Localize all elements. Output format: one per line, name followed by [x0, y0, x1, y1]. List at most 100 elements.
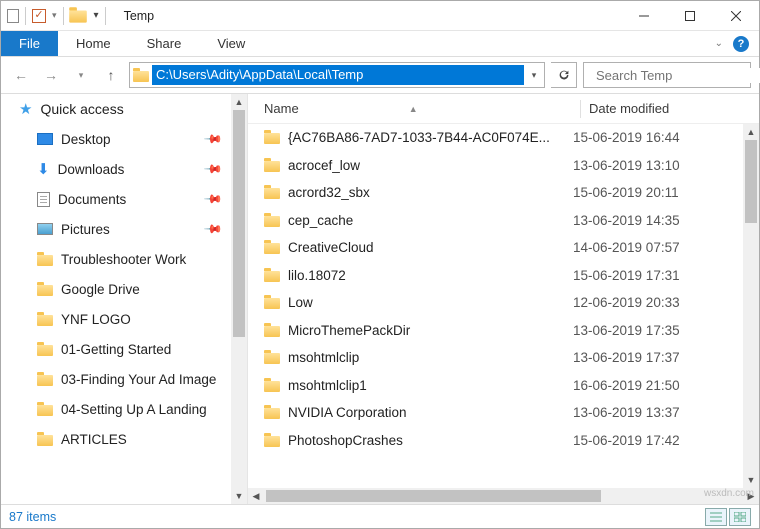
file-row[interactable]: msohtmlclip116-06-2019 21:50 — [248, 372, 743, 400]
properties-icon[interactable] — [7, 9, 19, 23]
folder-icon — [264, 186, 280, 199]
back-button[interactable]: ← — [9, 63, 33, 87]
pin-icon: 📌 — [203, 159, 223, 179]
tree-item-label: YNF LOGO — [61, 312, 131, 327]
list-scrollbar-vertical[interactable]: ▲ ▼ — [743, 124, 759, 488]
column-name[interactable]: Name ▲ — [248, 101, 580, 116]
tree-item[interactable]: 04-Setting Up A Landing — [1, 394, 231, 424]
quick-access-toolbar: ✓ ▾ ▾ — [1, 7, 114, 25]
folder-icon[interactable] — [69, 8, 87, 22]
file-row[interactable]: Low12-06-2019 20:33 — [248, 289, 743, 317]
file-row[interactable]: cep_cache13-06-2019 14:35 — [248, 207, 743, 235]
minimize-button[interactable] — [621, 1, 667, 31]
body: ★Quick accessDesktop📌 ⬇ Downloads 📌 Document… — [1, 93, 759, 504]
tree-item[interactable]: ⬇ Downloads 📌 — [1, 154, 231, 184]
tree-item[interactable]: Desktop📌 — [1, 124, 231, 154]
window-title: Temp — [114, 9, 155, 23]
scroll-left-icon[interactable]: ◀ — [248, 491, 264, 502]
tree-item[interactable]: ARTICLES — [1, 424, 231, 454]
file-name: NVIDIA Corporation — [288, 405, 407, 420]
scroll-up-icon[interactable]: ▲ — [231, 94, 247, 110]
tree-item-label: Downloads — [58, 162, 125, 177]
folder-icon — [264, 131, 280, 144]
file-row[interactable]: MicroThemePackDir13-06-2019 17:35 — [248, 317, 743, 345]
item-count: 87 items — [9, 510, 56, 524]
file-row[interactable]: lilo.1807215-06-2019 17:31 — [248, 262, 743, 290]
column-name-label: Name — [264, 101, 299, 116]
content-pane: Name ▲ Date modified {AC76BA86-7AD7-1033… — [248, 94, 759, 504]
tree-item[interactable]: ★Quick access — [1, 94, 231, 124]
file-row[interactable]: msohtmlclip13-06-2019 17:37 — [248, 344, 743, 372]
recent-locations-button[interactable]: ▾ — [69, 63, 93, 87]
address-dropdown-icon[interactable]: ▾ — [524, 70, 544, 81]
address-bar[interactable]: C:\Users\Adity\AppData\Local\Temp ▾ — [129, 62, 545, 88]
tree-item[interactable]: Documents📌 — [1, 184, 231, 214]
column-divider[interactable] — [580, 100, 581, 118]
file-list: {AC76BA86-7AD7-1033-7B44-AC0F074E... 15-0… — [248, 124, 743, 488]
watermark: wsxdn.com — [704, 488, 754, 499]
tree-item-label: 01-Getting Started — [61, 342, 171, 357]
quick-access-icon: ★ — [19, 100, 32, 118]
download-icon: ⬇ — [37, 160, 50, 178]
file-date: 15-06-2019 17:31 — [573, 268, 743, 283]
scroll-down-icon[interactable]: ▼ — [231, 488, 247, 504]
folder-icon — [264, 406, 280, 419]
scroll-up-icon[interactable]: ▲ — [743, 124, 759, 140]
refresh-button[interactable] — [551, 62, 577, 88]
file-name: CreativeCloud — [288, 240, 374, 255]
file-date: 16-06-2019 21:50 — [573, 378, 743, 393]
file-row[interactable]: acrord32_sbx15-06-2019 20:11 — [248, 179, 743, 207]
navpane-scrollbar[interactable]: ▲ ▼ — [231, 94, 247, 504]
file-date: 13-06-2019 13:10 — [573, 158, 743, 173]
file-name: acrord32_sbx — [288, 185, 370, 200]
column-date[interactable]: Date modified — [589, 101, 759, 116]
picture-icon — [37, 223, 53, 235]
list-scrollbar-horizontal[interactable]: ◀ ▶ — [248, 488, 759, 504]
ribbon-expand-icon[interactable]: ⌄ — [715, 38, 723, 49]
file-row[interactable]: acrocef_low13-06-2019 13:10 — [248, 152, 743, 180]
tree-item[interactable]: Troubleshooter Work — [1, 244, 231, 274]
tree-item[interactable]: Google Drive — [1, 274, 231, 304]
tree-item[interactable]: YNF LOGO — [1, 304, 231, 334]
file-row[interactable]: {AC76BA86-7AD7-1033-7B44-AC0F074E...15-0… — [248, 124, 743, 152]
search-input[interactable] — [596, 68, 760, 83]
qat-dropdown-icon[interactable]: ▾ — [52, 10, 57, 21]
folder-icon — [264, 269, 280, 282]
forward-button[interactable]: → — [39, 63, 63, 87]
folder-icon — [264, 214, 280, 227]
file-name: msohtmlclip — [288, 350, 359, 365]
file-tab[interactable]: File — [1, 31, 58, 56]
file-name: {AC76BA86-7AD7-1033-7B44-AC0F074E... — [288, 130, 550, 145]
search-box[interactable] — [583, 62, 751, 88]
help-icon[interactable]: ? — [733, 36, 749, 52]
tree-item-label: Troubleshooter Work — [61, 252, 186, 267]
file-row[interactable]: CreativeCloud14-06-2019 07:57 — [248, 234, 743, 262]
address-path[interactable]: C:\Users\Adity\AppData\Local\Temp — [152, 65, 524, 85]
view-large-icons-button[interactable] — [729, 508, 751, 526]
sort-asc-icon: ▲ — [409, 104, 418, 114]
tree-item[interactable]: 03-Finding Your Ad Image — [1, 364, 231, 394]
scroll-down-icon[interactable]: ▼ — [743, 472, 759, 488]
tree-item[interactable]: Pictures📌 — [1, 214, 231, 244]
maximize-button[interactable] — [667, 1, 713, 31]
file-date: 13-06-2019 17:35 — [573, 323, 743, 338]
separator — [25, 7, 26, 25]
tab-share[interactable]: Share — [129, 31, 200, 56]
properties-check-icon[interactable]: ✓ — [32, 9, 46, 23]
tree-item[interactable]: 01-Getting Started — [1, 334, 231, 364]
close-button[interactable] — [713, 1, 759, 31]
tab-view[interactable]: View — [199, 31, 263, 56]
file-date: 13-06-2019 14:35 — [573, 213, 743, 228]
qat-overflow-icon[interactable]: ▾ — [94, 10, 99, 21]
tree-item-label: Google Drive — [61, 282, 140, 297]
folder-icon — [264, 241, 280, 254]
file-row[interactable]: NVIDIA Corporation13-06-2019 13:37 — [248, 399, 743, 427]
address-folder-icon — [130, 69, 152, 82]
tab-home[interactable]: Home — [58, 31, 129, 56]
up-button[interactable]: ↑ — [99, 63, 123, 87]
view-details-button[interactable] — [705, 508, 727, 526]
tree-item-label: Desktop — [61, 132, 111, 147]
folder-icon — [37, 283, 53, 296]
file-row[interactable]: PhotoshopCrashes15-06-2019 17:42 — [248, 427, 743, 455]
file-date: 12-06-2019 20:33 — [573, 295, 743, 310]
